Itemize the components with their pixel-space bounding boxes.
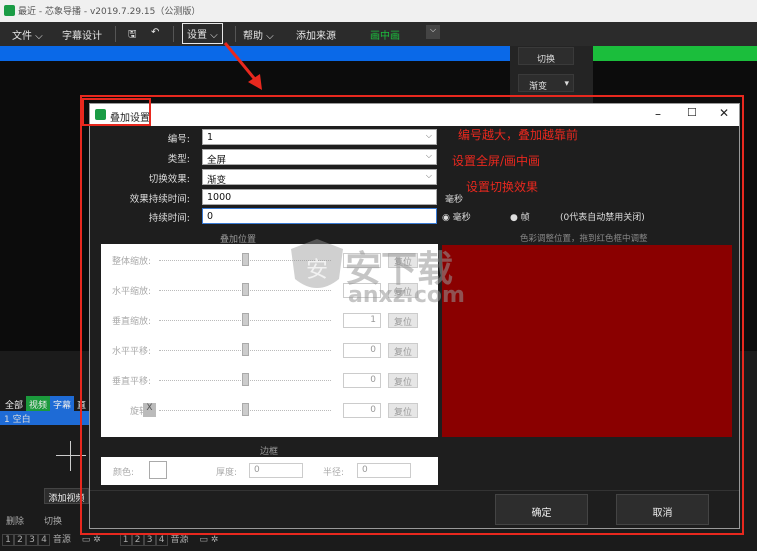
slider-value[interactable]: 0 (343, 373, 381, 388)
svg-text:安: 安 (306, 258, 328, 283)
monitor-icon[interactable]: ▭ (199, 535, 208, 545)
unit-ms-label: 毫秒 (445, 195, 464, 205)
slider-thumb[interactable] (242, 313, 249, 326)
radius-input[interactable]: 0 (357, 463, 411, 478)
slider-value[interactable]: 0 (343, 343, 381, 358)
effect-duration-input[interactable]: 1000 (202, 189, 437, 205)
menu-subtitle-design[interactable]: 字幕设计 (62, 27, 102, 42)
annotation-effect: 设置切换效果 (466, 180, 539, 194)
menu-add-source[interactable]: 添加来源 (296, 27, 336, 42)
number-select[interactable]: 1 ⌵ (202, 129, 437, 145)
fade-select[interactable]: 渐变 ▾ (518, 74, 574, 92)
title-highlight-box (82, 98, 151, 126)
slider-label: 垂直缩放: (111, 317, 151, 327)
action-row: 删除 切换 (0, 514, 89, 528)
page2-3[interactable]: 3 (143, 534, 156, 546)
slider-thumb[interactable] (242, 373, 249, 386)
color-label: 颜色: (113, 468, 135, 478)
menu-file[interactable]: 文件 ⌵ (12, 27, 43, 42)
page-2[interactable]: 2 (14, 534, 26, 546)
effect-select[interactable]: 渐变 ⌵ (202, 169, 437, 186)
ok-button[interactable]: 确定 (495, 494, 588, 525)
undo-icon[interactable]: ↶ (151, 27, 159, 38)
gear-icon[interactable]: ✲ (211, 535, 219, 545)
annotation-type: 设置全屏/画中画 (452, 154, 541, 168)
reset-button[interactable]: 复位 (388, 313, 418, 328)
color-preview-area[interactable] (442, 245, 732, 437)
page2-1[interactable]: 1 (119, 534, 132, 546)
radius-label: 半径: (323, 468, 345, 478)
watermark-shield-icon: 安 (285, 235, 349, 299)
close-icon[interactable]: ✕ (719, 106, 729, 120)
menu-bar: 文件 ⌵ 字幕设计 🖫 ↶ 设置 ⌵ 帮助 ⌵ 添加来源 画中画 ⌵ (0, 22, 757, 46)
monitor-icon[interactable]: ▭ (82, 535, 91, 545)
color-swatch[interactable] (149, 461, 167, 479)
menu-divider (115, 26, 116, 42)
switch-small-button[interactable]: 切换 (44, 514, 62, 527)
type-label: 类型: (167, 154, 190, 165)
menu-settings[interactable]: 设置 ⌵ (182, 23, 223, 44)
slider-value[interactable]: 1 (343, 313, 381, 328)
slider-thumb[interactable] (242, 343, 249, 356)
dialog-titlebar: 叠加设置 – ☐ ✕ (90, 104, 739, 126)
app-logo-icon (4, 5, 15, 16)
save-icon[interactable]: 🖫 (128, 27, 137, 44)
annotation-number: 编号越大，叠加越靠前 (458, 128, 579, 142)
slider-row-v-offset: 垂直平移: 0 复位 (101, 372, 438, 390)
effect-duration-label: 效果持续时间: (129, 194, 190, 205)
rotate-x-icon[interactable]: X (143, 403, 156, 417)
slider-row-v-scale: 垂直缩放: 1 复位 (101, 312, 438, 330)
slider-label: 水平平移: (111, 347, 151, 357)
zero-note: (0代表自动禁用关闭) (560, 213, 645, 223)
dialog-divider (90, 490, 739, 491)
slider-value[interactable]: 0 (343, 403, 381, 418)
source-item[interactable]: 1 空白 (0, 411, 89, 425)
slider-thumb[interactable] (242, 283, 249, 296)
slider-label: 水平缩放: (111, 287, 151, 297)
border-panel: 颜色: 厚度: 0 半径: 0 (101, 457, 438, 485)
screen-label: 音源 (52, 535, 71, 545)
menu-divider (173, 26, 174, 42)
slider-thumb[interactable] (242, 253, 249, 266)
slider-row-h-offset: 水平平移: 0 复位 (101, 342, 438, 360)
number-label: 编号: (167, 134, 190, 145)
slider-row-rotate: 旋转: X 0 复位 (101, 402, 438, 420)
effect-label: 切换效果: (148, 174, 190, 185)
maximize-icon[interactable]: ☐ (687, 106, 697, 119)
switch-button[interactable]: 切换 (518, 47, 574, 65)
program-bar (593, 46, 757, 61)
annotation-arrow-icon (223, 42, 262, 90)
reset-button[interactable]: 复位 (388, 403, 418, 418)
app-titlebar: 最近 - 芯象导播 - v2019.7.29.15（公测版） (0, 0, 757, 22)
reset-button[interactable]: 复位 (388, 373, 418, 388)
thickness-input[interactable]: 0 (249, 463, 303, 478)
slider-thumb[interactable] (242, 403, 249, 416)
page-1[interactable]: 1 (2, 534, 14, 546)
slider-label: 整体缩放: (111, 257, 151, 267)
page2-2[interactable]: 2 (131, 534, 144, 546)
slider-label: 垂直平移: (111, 377, 151, 387)
page2-4[interactable]: 4 (155, 534, 168, 546)
minimize-icon[interactable]: – (655, 107, 661, 121)
app-title: 最近 - 芯象导播 - v2019.7.29.15（公测版） (18, 7, 201, 17)
border-header: 边框 (260, 447, 279, 457)
cancel-button[interactable]: 取消 (616, 494, 709, 525)
delete-button[interactable]: 删除 (6, 514, 24, 527)
color-adjust-header: 色彩调整位置，拖到红色框中调整 (520, 234, 648, 244)
duration-input[interactable]: 0 (202, 208, 437, 224)
menu-pip[interactable]: 画中画 (370, 27, 400, 42)
radio-frame[interactable]: ● 帧 (510, 210, 530, 223)
thickness-label: 厚度: (216, 468, 238, 478)
watermark-domain: anxz.com (348, 283, 465, 308)
gear-icon[interactable]: ✲ (93, 535, 101, 545)
overlay-settings-dialog: 叠加设置 – ☐ ✕ 编号: 1 ⌵ 类型: 全屏 ⌵ 切换效果: 渐变 ⌵ 效果持续… (82, 98, 740, 529)
reset-button[interactable]: 复位 (388, 343, 418, 358)
duration-label: 持续时间: (148, 213, 190, 224)
page-4[interactable]: 4 (38, 534, 50, 546)
dropdown-icon[interactable]: ⌵ (426, 25, 440, 39)
radio-ms[interactable]: ◉ 毫秒 (442, 210, 471, 223)
page-3[interactable]: 3 (26, 534, 38, 546)
type-select[interactable]: 全屏 ⌵ (202, 149, 437, 166)
